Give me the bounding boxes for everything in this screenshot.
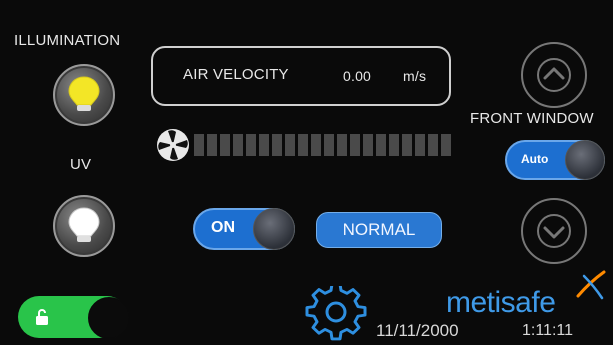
chevron-down-icon [537, 214, 571, 248]
toggle-knob [88, 297, 130, 339]
brand-mark-icon [576, 270, 606, 300]
brand-logo: metisafe [446, 286, 556, 319]
front-window-mode: Auto [521, 152, 549, 166]
fan-toggle-state: ON [211, 219, 235, 236]
time-display: 1:11:11 [522, 322, 574, 339]
fan-icon [157, 129, 189, 161]
illumination-button[interactable] [53, 64, 115, 126]
gear-icon[interactable] [303, 286, 369, 342]
lightbulb-on-icon [68, 76, 100, 111]
front-window-label: FRONT WINDOW [470, 110, 594, 127]
front-window-auto-toggle[interactable]: Auto [505, 140, 605, 180]
air-velocity-panel: AIR VELOCITY 0.00 m/s [151, 46, 451, 106]
control-panel-screen: ILLUMINATION UV AIR VELOCITY 0.00 m/s FR… [0, 0, 613, 345]
lightbulb-off-icon [68, 207, 100, 242]
toggle-knob [565, 140, 605, 180]
unlock-icon [36, 309, 48, 325]
window-up-button[interactable] [521, 42, 587, 108]
status-badge: NORMAL [316, 212, 442, 248]
lock-toggle[interactable] [18, 296, 130, 339]
air-velocity-value: 0.00 [343, 68, 372, 84]
toggle-knob [253, 208, 295, 250]
uv-button[interactable] [53, 195, 115, 257]
air-velocity-label: AIR VELOCITY [183, 66, 289, 83]
fan-on-toggle[interactable]: ON [193, 208, 295, 250]
chevron-up-icon [537, 58, 571, 92]
air-velocity-unit: m/s [403, 68, 427, 84]
date-display: 11/11/2000 [376, 321, 459, 340]
window-down-button[interactable] [521, 198, 587, 264]
illumination-label: ILLUMINATION [14, 32, 121, 49]
air-flow-bar [194, 134, 456, 156]
uv-label: UV [70, 156, 92, 173]
